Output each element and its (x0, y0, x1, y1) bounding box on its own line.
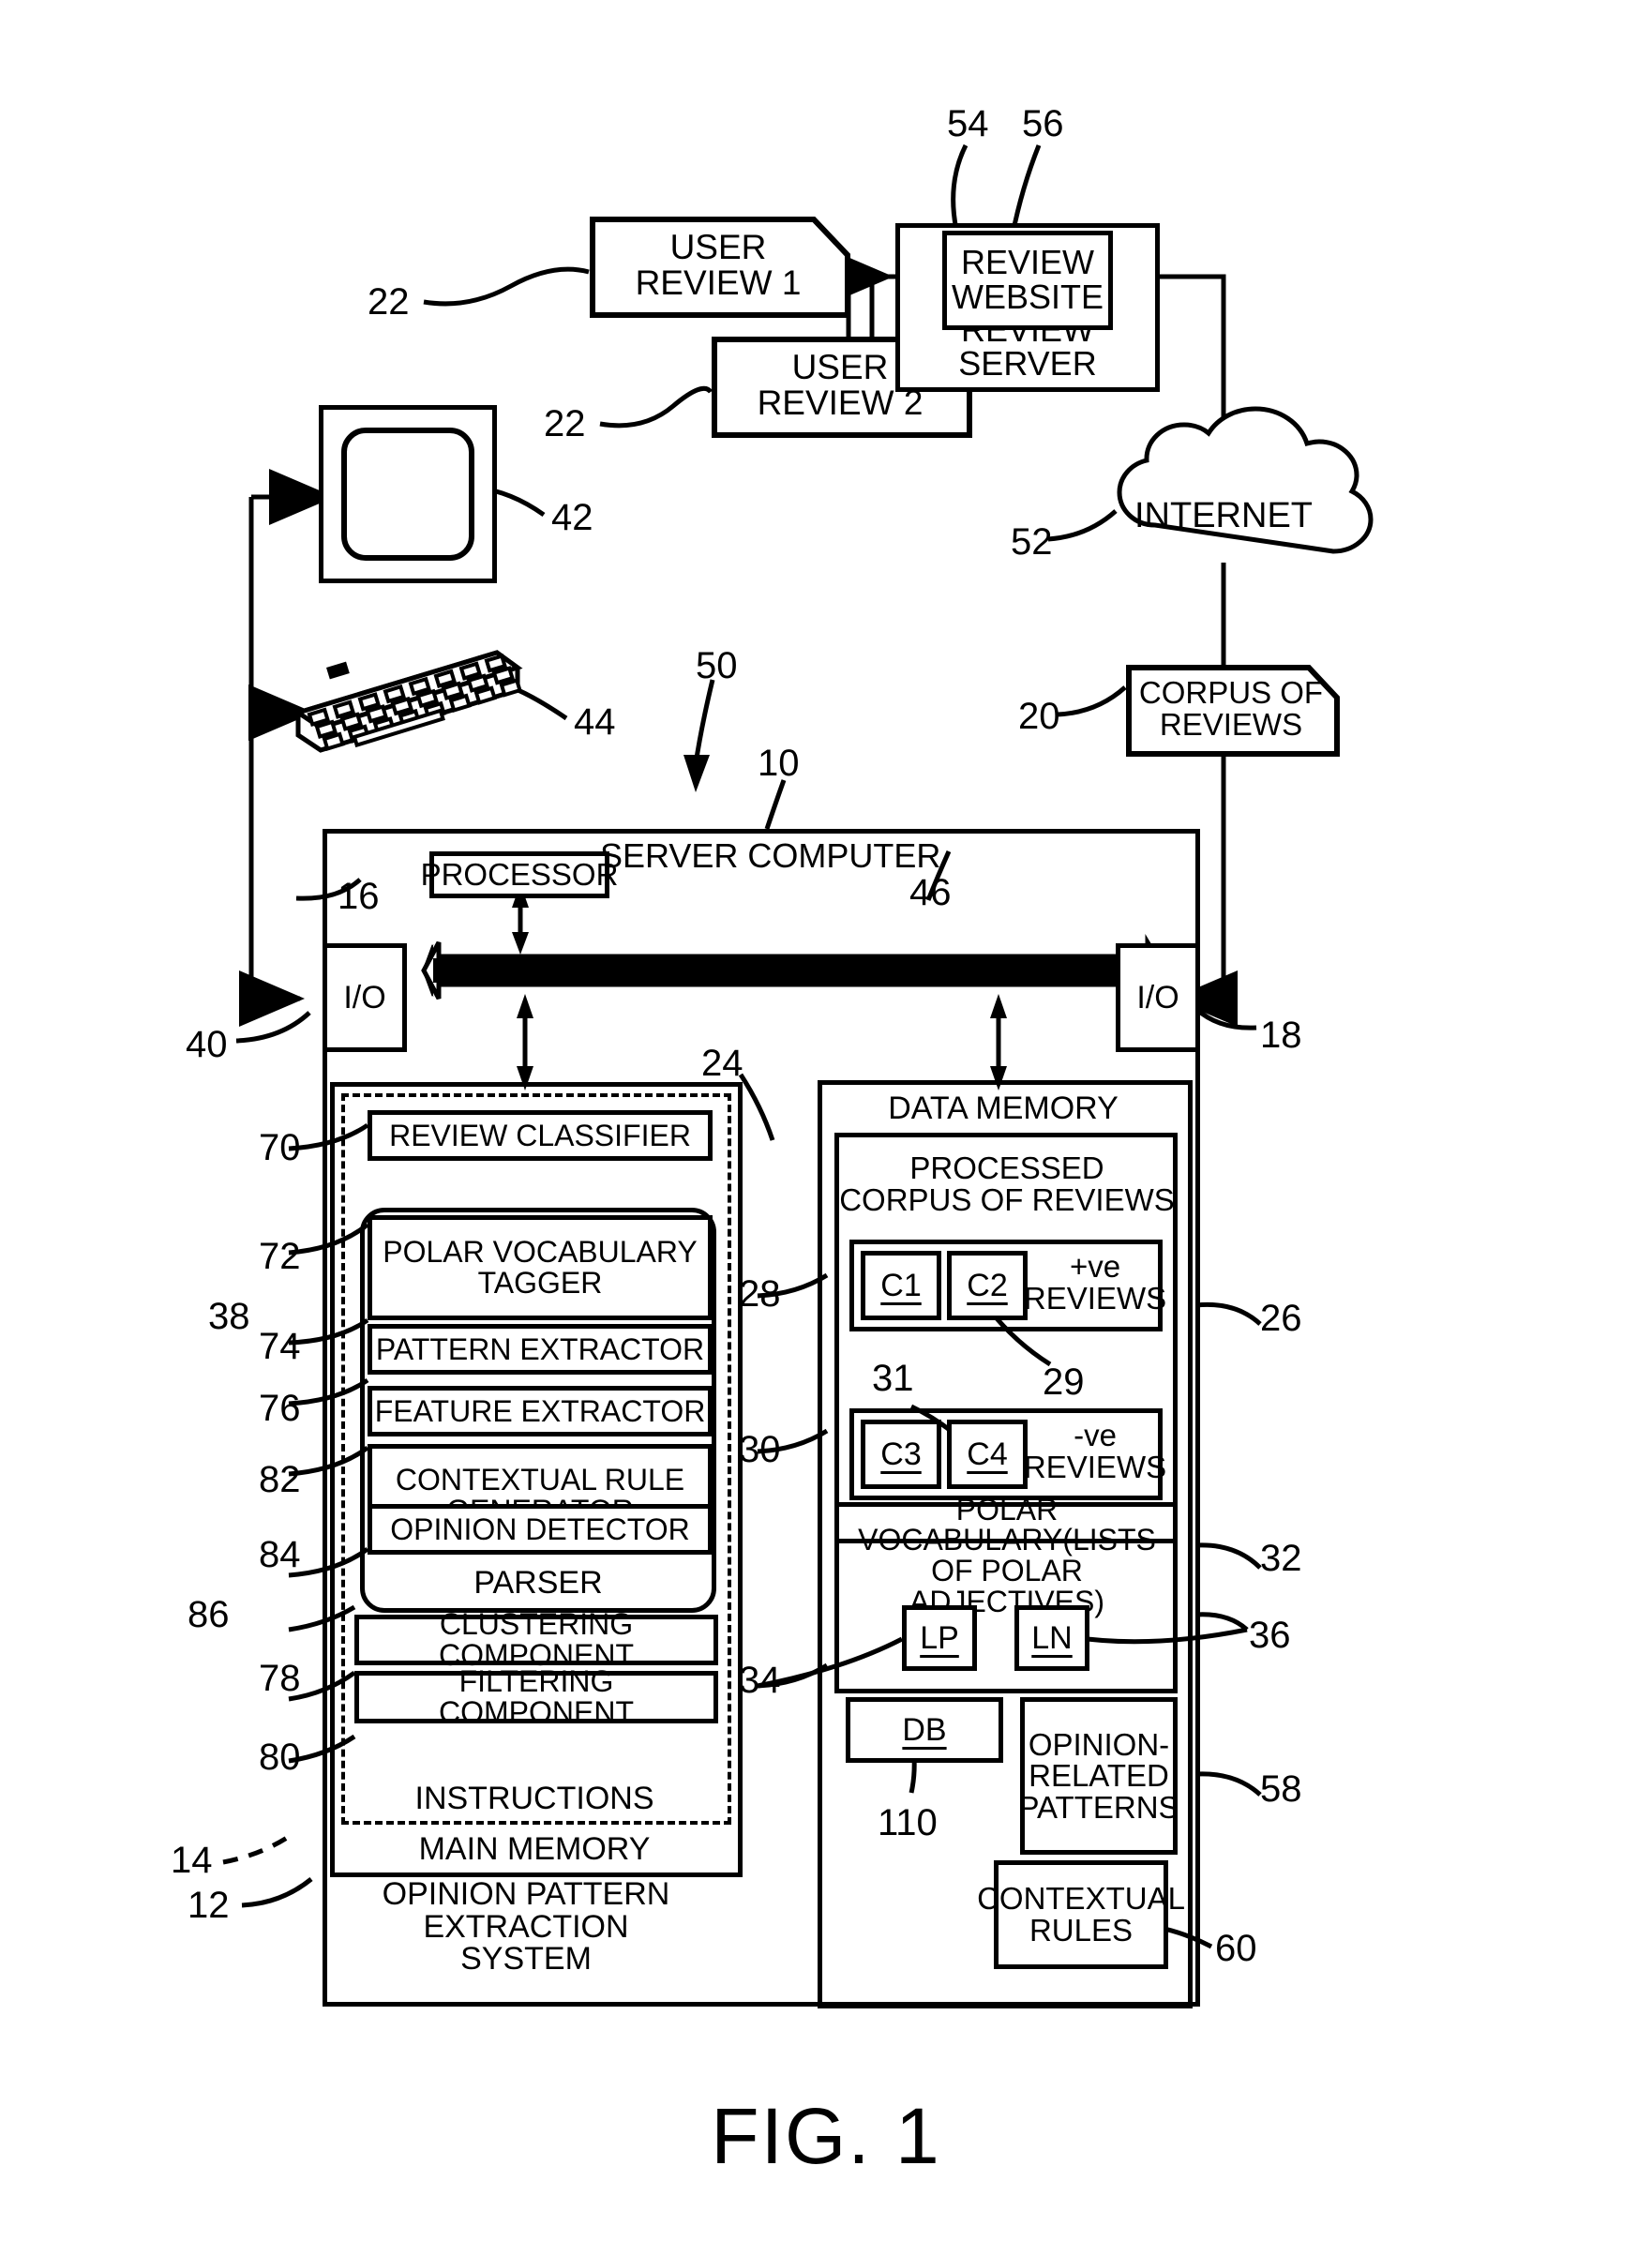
ref-84: 84 (259, 1534, 301, 1575)
opinion-pattern-extraction-system-label: OPINION PATTERN EXTRACTION SYSTEM (382, 1876, 670, 1978)
polar-list-ln-box: LN (1014, 1605, 1089, 1671)
ref-20: 20 (1018, 696, 1060, 737)
display-monitor (319, 405, 497, 583)
ref-82: 82 (259, 1459, 301, 1500)
ref-36: 36 (1249, 1615, 1291, 1656)
ref-86: 86 (188, 1594, 230, 1635)
cluster-c3-box: C3 (861, 1420, 941, 1489)
feature-extractor-box: FEATURE EXTRACTOR (368, 1386, 713, 1436)
processed-corpus-label: PROCESSED CORPUS OF REVIEWS (839, 1151, 1175, 1217)
ref-60: 60 (1215, 1928, 1257, 1969)
io-right-box: I/O (1116, 943, 1200, 1052)
ref-44: 44 (574, 701, 616, 743)
bus-label: BUS (741, 950, 816, 990)
ref-12: 12 (188, 1885, 230, 1926)
cluster-c1-box: C1 (861, 1251, 941, 1320)
ref-54: 54 (947, 103, 989, 144)
polar-vocabulary-tagger-box: POLAR VOCABULARY TAGGER (368, 1215, 713, 1320)
ref-31: 31 (872, 1358, 914, 1399)
cluster-c2-box: C2 (947, 1251, 1028, 1320)
corpus-of-reviews-label: CORPUS OF REVIEWS (1138, 675, 1324, 742)
ref-22a: 22 (368, 281, 410, 323)
positive-reviews-label: +ve REVIEWS (1023, 1249, 1167, 1316)
internet-label: INTERNET (1134, 495, 1313, 535)
ref-72: 72 (259, 1236, 301, 1277)
ref-46: 46 (909, 872, 952, 913)
user-review-1-node: USER REVIEW 1 (589, 216, 851, 319)
io-left-box: I/O (323, 943, 407, 1052)
ref-18: 18 (1260, 1015, 1302, 1056)
processor-box: PROCESSOR (421, 851, 618, 898)
ref-22b: 22 (544, 403, 586, 444)
ref-38: 38 (208, 1296, 250, 1337)
clustering-component-box: CLUSTERING COMPONENT (354, 1609, 718, 1670)
ref-16: 16 (338, 876, 380, 917)
ref-76: 76 (259, 1388, 301, 1429)
review-website-box: REVIEW WEBSITE (942, 231, 1113, 330)
filtering-component-box: FILTERING COMPONENT (354, 1666, 718, 1727)
ref-32: 32 (1260, 1538, 1302, 1579)
ref-42: 42 (551, 497, 593, 538)
ref-40: 40 (186, 1024, 228, 1065)
figure-canvas: USER REVIEW 1 22 USER REVIEW 2 22 REVIEW… (0, 0, 1652, 2256)
main-memory-title: MAIN MEMORY (418, 1830, 651, 1867)
ref-14: 14 (171, 1840, 213, 1881)
db-label: DB (902, 1711, 947, 1748)
ref-24: 24 (701, 1043, 743, 1084)
server-computer-title: SERVER COMPUTER (600, 835, 941, 875)
display-screen (341, 428, 474, 561)
figure-caption: FIG. 1 (711, 2092, 941, 2180)
ref-30: 30 (739, 1429, 781, 1470)
review-classifier-box: REVIEW CLASSIFIER (368, 1110, 713, 1161)
cluster-c4-label: C4 (967, 1436, 1008, 1472)
data-memory-title: DATA MEMORY (888, 1090, 1119, 1126)
instructions-label: INSTRUCTIONS (414, 1780, 654, 1816)
pattern-extractor-box: PATTERN EXTRACTOR (368, 1324, 713, 1375)
ref-10: 10 (758, 743, 800, 784)
ref-34: 34 (739, 1660, 781, 1701)
opinion-related-patterns-box: OPINION- RELATED PATTERNS (1018, 1697, 1179, 1855)
ref-110: 110 (878, 1802, 938, 1843)
ref-28: 28 (739, 1273, 781, 1315)
ref-74: 74 (259, 1326, 301, 1367)
cluster-c1-label: C1 (880, 1267, 922, 1303)
keyboard-keys-icon (307, 654, 522, 752)
cluster-c3-label: C3 (880, 1436, 922, 1472)
ref-52: 52 (1011, 521, 1053, 563)
negative-reviews-label: -ve REVIEWS (1023, 1418, 1167, 1484)
polar-vocabulary-label: POLAR VOCABULARY(LISTS OF POLAR ADJECTIV… (858, 1492, 1156, 1618)
ref-78: 78 (259, 1658, 301, 1699)
db-box: DB (846, 1697, 1003, 1763)
user-review-1-label: USER REVIEW 1 (635, 228, 802, 302)
ref-56: 56 (1022, 103, 1064, 144)
parser-label: PARSER (473, 1564, 603, 1601)
cluster-c4-box: C4 (947, 1420, 1028, 1489)
ref-29: 29 (1043, 1361, 1085, 1403)
polar-list-lp-box: LP (902, 1605, 977, 1671)
ref-70: 70 (259, 1127, 301, 1168)
ref-50: 50 (696, 645, 738, 686)
contextual-rules-box: CONTEXTUAL RULES (977, 1860, 1185, 1969)
opinion-detector-box: OPINION DETECTOR (368, 1504, 713, 1555)
cluster-c2-label: C2 (967, 1267, 1008, 1303)
ref-26: 26 (1260, 1298, 1302, 1339)
polar-vocabulary-box: POLAR VOCABULARY(LISTS OF POLAR ADJECTIV… (834, 1492, 1178, 1693)
corpus-of-reviews-node: CORPUS OF REVIEWS (1125, 664, 1341, 758)
polar-list-lp-label: LP (920, 1619, 959, 1656)
ref-80: 80 (259, 1737, 301, 1778)
ref-58: 58 (1260, 1768, 1302, 1810)
polar-list-ln-label: LN (1031, 1619, 1073, 1656)
